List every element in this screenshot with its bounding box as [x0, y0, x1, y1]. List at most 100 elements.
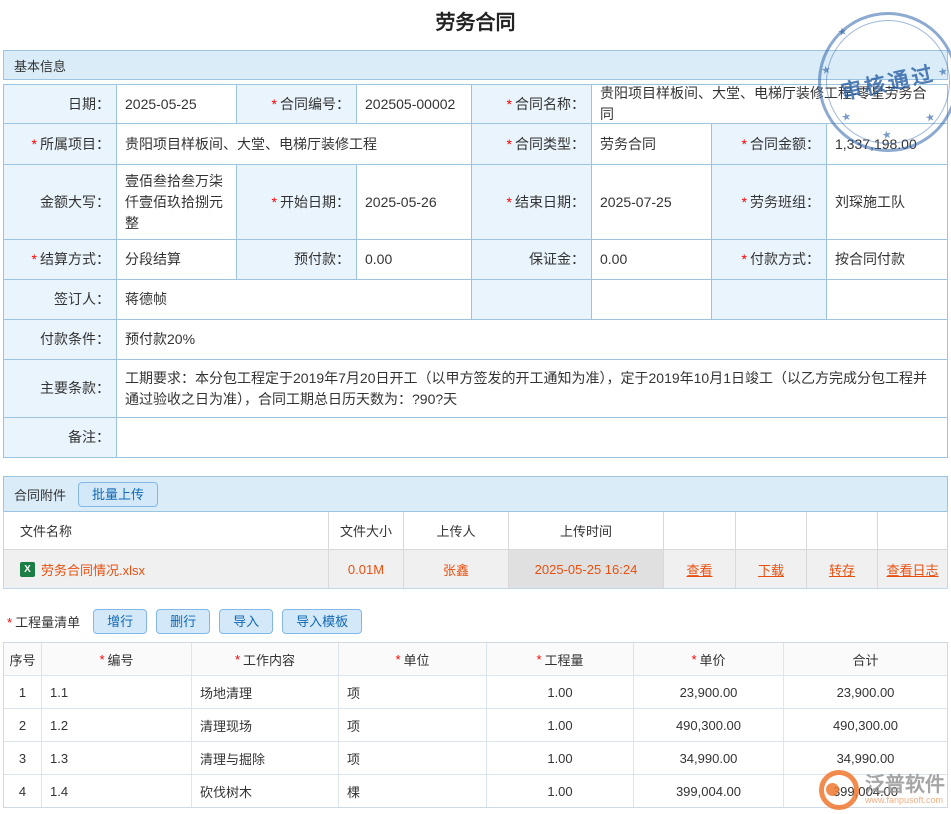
boq-cell-work-content: 清理现场: [192, 709, 338, 741]
start-date-value: 2025-05-26: [357, 165, 471, 239]
add-row-button[interactable]: 增行: [93, 609, 147, 634]
end-date-label: 结束日期：: [472, 165, 591, 239]
boq-col-quantity: 工程量: [487, 643, 633, 675]
labor-contract-page: 劳务合同 基本信息 日期： 2025-05-25 合同编号： 202505-00…: [0, 10, 951, 808]
view-link[interactable]: 查看: [686, 560, 712, 579]
col-header-file-size: 文件大小: [329, 512, 403, 549]
contract-type-value: 劳务合同: [592, 124, 711, 164]
boq-cell-serial: 1: [4, 676, 41, 708]
project-label: 所属项目：: [4, 124, 116, 164]
col-header-empty: [736, 512, 806, 549]
contract-amount-label: 合同金额：: [712, 124, 826, 164]
import-template-button[interactable]: 导入模板: [282, 609, 362, 634]
batch-upload-button[interactable]: 批量上传: [78, 482, 158, 507]
attachments-table: 文件名称 文件大小 上传人 上传时间 X 劳务合同情况.xlsx 0.01M 张…: [3, 511, 948, 589]
amount-words-value: 壹佰叁拾叁万柒仟壹佰玖拾捌元整: [117, 165, 236, 239]
basic-info-table: 日期： 2025-05-25 合同编号： 202505-00002 合同名称： …: [3, 84, 948, 458]
contract-no-label: 合同编号：: [237, 85, 356, 123]
attachment-file-link[interactable]: 劳务合同情况.xlsx: [41, 560, 145, 579]
excel-file-icon: X: [20, 562, 35, 577]
boq-cell-work-content: 砍伐树木: [192, 775, 338, 807]
view-log-link[interactable]: 查看日志: [886, 560, 938, 579]
boq-cell-code: 1.1: [42, 676, 191, 708]
payment-method-value: 按合同付款: [827, 240, 947, 279]
boq-cell-work-content: 场地清理: [192, 676, 338, 708]
delete-row-button[interactable]: 删行: [156, 609, 210, 634]
boq-cell-unit-price: 399,004.00: [634, 775, 783, 807]
boq-cell-work-content: 清理与掘除: [192, 742, 338, 774]
attachments-section: 合同附件 批量上传 文件名称 文件大小 上传人 上传时间 X 劳务合同情况.xl…: [3, 476, 948, 589]
contract-no-value: 202505-00002: [357, 85, 471, 123]
attachments-section-bar: 合同附件 批量上传: [3, 476, 948, 511]
boq-cell-code: 1.3: [42, 742, 191, 774]
project-value: 贵阳项目样板间、大堂、电梯厅装修工程: [117, 124, 471, 164]
boq-cell-serial: 4: [4, 775, 41, 807]
attachment-row-file-name: X 劳务合同情况.xlsx: [4, 550, 328, 588]
settlement-method-label: 结算方式：: [4, 240, 116, 279]
col-header-file-name: 文件名称: [4, 512, 328, 549]
payment-terms-label: 付款条件：: [4, 320, 116, 359]
import-button[interactable]: 导入: [219, 609, 273, 634]
fanpu-logo-icon: [819, 770, 859, 810]
deposit-value: 0.00: [592, 240, 711, 279]
page-title: 劳务合同: [3, 10, 948, 37]
remark-label: 备注：: [4, 418, 116, 457]
basic-info-section-bar: 基本信息: [3, 50, 948, 80]
boq-cell-unit: 棵: [339, 775, 486, 807]
boq-cell-quantity: 1.00: [487, 775, 633, 807]
basic-info-section: 基本信息 日期： 2025-05-25 合同编号： 202505-00002 合…: [3, 50, 948, 458]
main-clauses-label: 主要条款：: [4, 360, 116, 417]
boq-cell-total: 490,300.00: [784, 709, 947, 741]
transfer-save-link[interactable]: 转存: [829, 560, 855, 579]
boq-col-unit-price: 单价: [634, 643, 783, 675]
col-header-empty: [664, 512, 735, 549]
boq-cell-unit: 项: [339, 709, 486, 741]
payment-terms-value: 预付款20%: [117, 320, 947, 359]
boq-cell-total: 23,900.00: [784, 676, 947, 708]
contract-name-label: 合同名称：: [472, 85, 591, 123]
amount-words-label: 金额大写：: [4, 165, 116, 239]
date-label: 日期：: [4, 85, 116, 123]
signer-value: 蒋德帧: [117, 280, 471, 319]
col-header-upload-time: 上传时间: [509, 512, 663, 549]
boq-col-unit: 单位: [339, 643, 486, 675]
brand-watermark: 泛普软件 www.fanpusoft.com: [819, 770, 945, 810]
download-link[interactable]: 下载: [758, 560, 784, 579]
empty-value-cell: [827, 280, 947, 319]
boq-section-bar: 工程量清单 增行 删行 导入 导入模板: [3, 606, 948, 636]
boq-cell-unit: 项: [339, 676, 486, 708]
boq-cell-serial: 2: [4, 709, 41, 741]
boq-cell-unit-price: 23,900.00: [634, 676, 783, 708]
payment-method-label: 付款方式：: [712, 240, 826, 279]
boq-cell-code: 1.2: [42, 709, 191, 741]
boq-cell-serial: 3: [4, 742, 41, 774]
attachment-file-size: 0.01M: [329, 550, 403, 588]
date-value: 2025-05-25: [117, 85, 236, 123]
empty-value-cell: [592, 280, 711, 319]
boq-cell-code: 1.4: [42, 775, 191, 807]
basic-info-section-title: 基本信息: [14, 56, 66, 75]
labor-team-value: 刘琛施工队: [827, 165, 947, 239]
attachments-section-title: 合同附件: [14, 485, 66, 504]
prepayment-label: 预付款：: [237, 240, 356, 279]
attachment-uploader: 张鑫: [404, 550, 508, 588]
col-header-empty: [807, 512, 877, 549]
prepayment-value: 0.00: [357, 240, 471, 279]
attachment-upload-time: 2025-05-25 16:24: [509, 550, 663, 588]
start-date-label: 开始日期：: [237, 165, 356, 239]
boq-cell-unit: 项: [339, 742, 486, 774]
boq-cell-quantity: 1.00: [487, 709, 633, 741]
contract-name-value: 贵阳项目样板间、大堂、电梯厅装修工程-零星劳务合同: [592, 85, 947, 123]
settlement-method-value: 分段结算: [117, 240, 236, 279]
main-clauses-value: 工期要求：本分包工程定于2019年7月20日开工（以甲方签发的开工通知为准），定…: [117, 360, 947, 417]
boq-col-code: 编号: [42, 643, 191, 675]
empty-label-cell: [712, 280, 826, 319]
boq-col-total: 合计: [784, 643, 947, 675]
col-header-empty: [878, 512, 947, 549]
contract-amount-value: 1,337,198.00: [827, 124, 947, 164]
remark-value: [117, 418, 947, 457]
boq-section-title: 工程量清单: [7, 612, 80, 631]
boq-table: 序号 编号 工作内容 单位 工程量 单价 合计 1 1.1 场地清理 项 1.0…: [3, 642, 948, 808]
labor-team-label: 劳务班组：: [712, 165, 826, 239]
brand-name: 泛普软件: [865, 774, 945, 796]
